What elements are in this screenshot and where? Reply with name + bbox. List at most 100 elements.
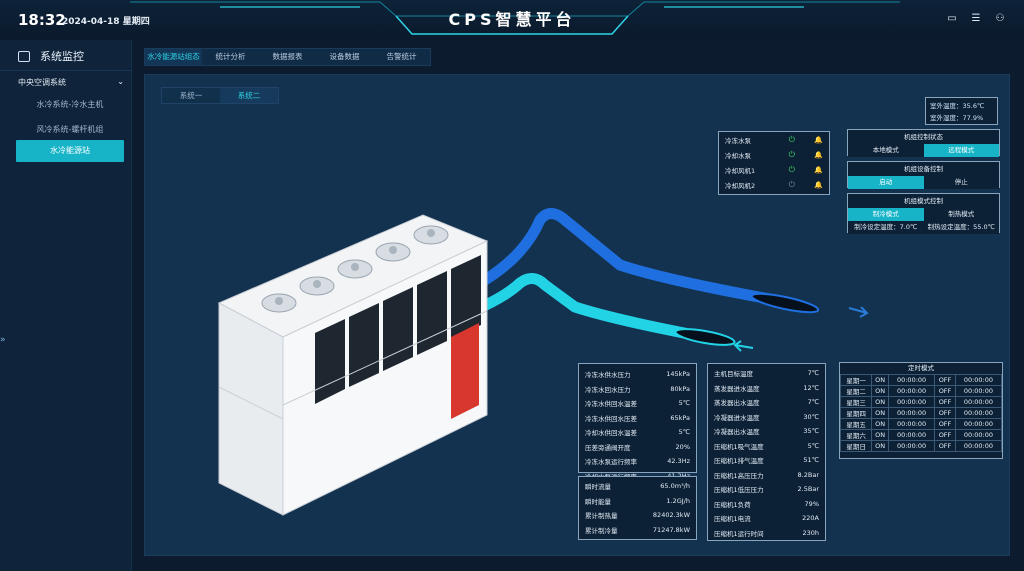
heating-setpoint[interactable]: 制热设定温度：55.0℃: [923, 221, 999, 234]
pump-status-panel: 冷冻水泵 ⏻ 🔔 冷却水泵 ⏻ 🔔 冷却风机1 ⏻ 🔔 冷却风机2 ⏻ 🔔: [718, 131, 830, 195]
param-row: 冷冻水泵运行频率 42.3Hz: [579, 454, 696, 469]
schedule-off-t[interactable]: 00:00:00: [954, 407, 1003, 419]
remote-mode-button[interactable]: 远程模式: [923, 144, 999, 157]
cyan-pipe-outlet: [674, 328, 736, 346]
schedule-on[interactable]: ON: [871, 374, 890, 386]
schedule-off[interactable]: OFF: [934, 418, 956, 430]
schedule-off[interactable]: OFF: [934, 385, 956, 397]
blue-pipe: [479, 208, 781, 306]
cooling-setpoint[interactable]: 制冷设定温度：7.0℃: [848, 221, 924, 234]
outdoor-conditions: 室外温度：35.6℃ 室外湿度：77.9%: [925, 97, 998, 125]
sidebar-expand-handle[interactable]: »: [0, 300, 10, 380]
schedule-off[interactable]: OFF: [934, 396, 956, 408]
tab-device-data[interactable]: 设备数据: [316, 49, 373, 65]
schedule-on-t[interactable]: 00:00:00: [888, 429, 936, 441]
schedule-off[interactable]: OFF: [934, 429, 956, 441]
power-icon[interactable]: ⏻: [789, 165, 795, 174]
param-value: 80kPa: [670, 384, 690, 393]
chevron-down-icon: ⌄: [117, 77, 124, 86]
schedule-on[interactable]: ON: [871, 385, 890, 397]
param-row: 压缩机1吸气温度 5℃: [708, 439, 825, 454]
schedule-off-t[interactable]: 00:00:00: [954, 418, 1003, 430]
param-value: 30℃: [803, 412, 819, 421]
schedule-on-t[interactable]: 00:00:00: [888, 396, 936, 408]
sidebar-item-water-energy-station[interactable]: 水冷能源站: [16, 140, 124, 162]
param-row: 压缩机1负荷 79%: [708, 497, 825, 512]
page-title: CPS智慧平台: [448, 10, 576, 29]
param-label: 压缩机1低压压力: [714, 486, 764, 495]
flow-out-arrow: [848, 306, 869, 318]
param-value: 79%: [804, 499, 819, 508]
power-icon[interactable]: ⏻: [789, 180, 795, 189]
device-control-title: 机组设备控制: [848, 162, 999, 176]
unit-params-panel: 主机目标温度 7℃ 蒸发器进水温度 12℃ 蒸发器出水温度 7℃ 冷凝器进水温度 30℃ 冷凝器…: [707, 363, 826, 541]
heating-mode-button[interactable]: 制热模式: [923, 208, 999, 221]
param-value: 35℃: [803, 427, 819, 436]
outdoor-temp-value: 35.6℃: [962, 102, 985, 110]
schedule-off-t[interactable]: 00:00:00: [954, 374, 1003, 386]
tab-alarms[interactable]: 告警统计: [373, 49, 430, 65]
param-label: 冷冻水泵运行频率: [585, 458, 637, 467]
param-label: 冷却水供回水温差: [585, 429, 637, 438]
schedule-off[interactable]: OFF: [934, 374, 956, 386]
power-icon[interactable]: ⏻: [789, 135, 795, 144]
document-icon[interactable]: ☰: [968, 12, 984, 25]
schedule-on[interactable]: ON: [871, 407, 890, 419]
users-icon[interactable]: ⚇: [992, 12, 1008, 25]
param-row: 压差旁通阀开度 20%: [579, 440, 696, 455]
schedule-off-t[interactable]: 00:00:00: [954, 429, 1003, 441]
tab-reports[interactable]: 数据报表: [259, 49, 316, 65]
param-row: 压缩机1高压压力 8.2Bar: [708, 468, 825, 483]
schedule-off-t[interactable]: 00:00:00: [954, 385, 1003, 397]
sidebar: 系统监控 中央空调系统 ⌄ 水冷系统-冷水主机 风冷系统-螺杆机组 水冷能源站 …: [0, 40, 132, 571]
param-label: 瞬时能量: [585, 497, 611, 506]
tab-statistics[interactable]: 统计分析: [202, 49, 259, 65]
param-row: 蒸发器进水温度 12℃: [708, 381, 825, 396]
param-value: 145kPa: [666, 370, 690, 379]
energy-params-table: 瞬时流量 65.0m³/h 瞬时能量 1.2GJ/h 累计制热量 82402.3kW 累计制…: [579, 479, 696, 537]
param-row: 累计制冷量 71247.8kW: [579, 523, 696, 538]
monitor-icon[interactable]: ▭: [944, 12, 960, 25]
schedule-row: 星期三 ON 00:00:00 OFF 00:00:00: [839, 396, 1003, 408]
schedule-row: 星期日 ON 00:00:00 OFF 00:00:00: [839, 440, 1003, 452]
sidebar-group-central-ac[interactable]: 中央空调系统 ⌄: [18, 77, 124, 88]
param-label: 冷冻水回水压力: [585, 385, 631, 394]
param-value: 5℃: [678, 399, 690, 408]
stop-button[interactable]: 停止: [923, 176, 999, 189]
start-button[interactable]: 启动: [848, 176, 924, 189]
tab-station-config[interactable]: 水冷能源站组态: [145, 49, 202, 65]
schedule-off[interactable]: OFF: [934, 407, 956, 419]
param-value: 5℃: [678, 428, 690, 437]
energy-params-panel: 瞬时流量 65.0m³/h 瞬时能量 1.2GJ/h 累计制热量 82402.3kW 累计制…: [578, 476, 697, 540]
param-label: 压缩机1吸气温度: [714, 442, 764, 451]
header-icons: ▭ ☰ ⚇: [944, 12, 1008, 25]
main-area: 水冷能源站组态 统计分析 数据报表 设备数据 告警统计 系统一 系统二 室外温度…: [140, 44, 1018, 564]
cooling-mode-button[interactable]: 制冷模式: [848, 208, 924, 221]
schedule-on-t[interactable]: 00:00:00: [888, 374, 936, 386]
param-row: 压缩机1电流 220A: [708, 511, 825, 526]
schedule-on-t[interactable]: 00:00:00: [888, 440, 936, 452]
schedule-on[interactable]: ON: [871, 418, 890, 430]
sidebar-item-water-chiller[interactable]: 水冷系统-冷水主机: [16, 94, 124, 116]
param-label: 冷凝器进水温度: [714, 413, 760, 422]
schedule-on[interactable]: ON: [871, 396, 890, 408]
blue-pipe-outlet: [750, 292, 820, 314]
param-label: 冷凝器出水温度: [714, 428, 760, 437]
schedule-on-t[interactable]: 00:00:00: [888, 407, 936, 419]
schedule-on[interactable]: ON: [871, 440, 890, 452]
sidebar-item-air-screw[interactable]: 风冷系统-螺杆机组: [16, 119, 124, 141]
bell-icon: 🔔: [814, 135, 823, 144]
power-icon[interactable]: ⏻: [789, 150, 795, 159]
schedule-on[interactable]: ON: [871, 429, 890, 441]
schedule-on-t[interactable]: 00:00:00: [888, 418, 936, 430]
schedule-off[interactable]: OFF: [934, 440, 956, 452]
schedule-off-t[interactable]: 00:00:00: [954, 396, 1003, 408]
param-row: 冷冻水回水压力 80kPa: [579, 382, 696, 397]
schedule-on-t[interactable]: 00:00:00: [888, 385, 936, 397]
param-label: 蒸发器出水温度: [714, 399, 760, 408]
schedule-off-t[interactable]: 00:00:00: [954, 440, 1003, 452]
local-mode-button[interactable]: 本地模式: [848, 144, 924, 157]
param-value: 65.0m³/h: [660, 482, 690, 491]
param-value: 82402.3kW: [652, 511, 690, 520]
param-value: 8.2Bar: [797, 470, 819, 479]
